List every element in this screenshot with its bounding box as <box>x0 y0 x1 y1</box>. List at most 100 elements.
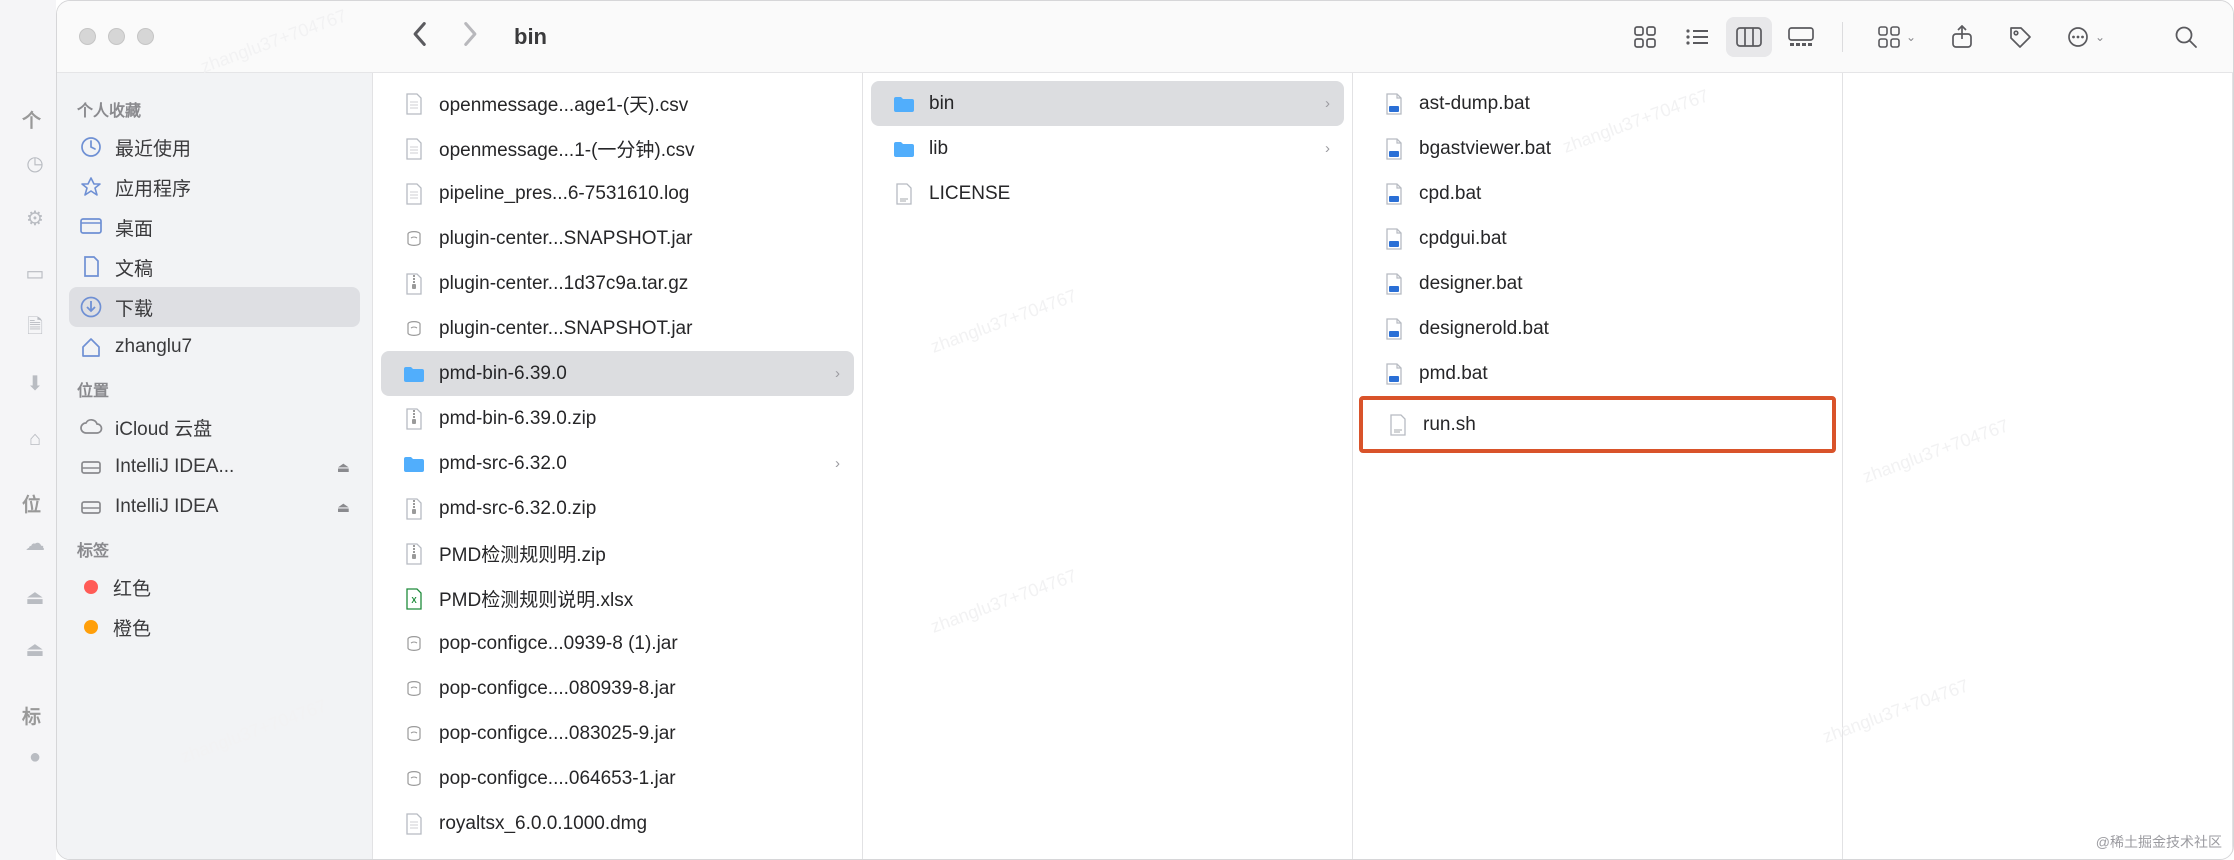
file-icon <box>1383 273 1405 295</box>
minimize-dot[interactable] <box>108 28 125 45</box>
sidebar-item-label: IntelliJ IDEA <box>115 496 218 518</box>
tag-dot-icon <box>84 580 98 594</box>
app-icon: ⚙ <box>22 205 48 231</box>
doc-icon: 🗎 <box>22 316 48 342</box>
action-menu-button[interactable]: ⌄ <box>2057 17 2113 57</box>
sidebar-section-title: 标签 <box>77 537 109 561</box>
disk-icon <box>79 458 103 476</box>
download-icon: ⬇ <box>22 370 48 396</box>
file-icon: X <box>403 588 425 610</box>
column-1[interactable]: openmessage...age1-(天).csv openmessage...… <box>373 73 863 859</box>
file-name: plugin-center...1d37c9a.tar.gz <box>439 273 840 295</box>
back-button[interactable] <box>410 21 428 53</box>
file-name: pmd-bin-6.39.0.zip <box>439 408 840 430</box>
list-view-button[interactable] <box>1674 17 1720 57</box>
column-2[interactable]: bin›lib›LICENSE <box>863 73 1353 859</box>
file-row[interactable]: bgastviewer.bat <box>1361 126 1834 171</box>
file-row[interactable]: plugin-center...SNAPSHOT.jar <box>381 216 854 261</box>
sidebar: 个人收藏最近使用应用程序桌面文稿下载zhanglu7位置iCloud 云盘Int… <box>57 73 373 859</box>
file-name: designerold.bat <box>1419 318 1820 340</box>
file-row[interactable]: LICENSE <box>871 171 1344 216</box>
file-icon <box>1383 228 1405 250</box>
tags-button[interactable] <box>1999 17 2041 57</box>
file-row[interactable]: PMD检测规则明.zip <box>381 531 854 576</box>
svg-text:X: X <box>411 596 417 605</box>
sidebar-item[interactable]: 最近使用 <box>69 127 360 167</box>
file-row[interactable]: designerold.bat <box>1361 306 1834 351</box>
sidebar-section-header: 位置 <box>77 377 352 401</box>
column-view-button[interactable] <box>1726 17 1772 57</box>
eject-icon[interactable]: ⏏ <box>337 499 350 516</box>
sidebar-item[interactable]: 文稿 <box>69 247 360 287</box>
toolbar-divider <box>1842 22 1843 52</box>
file-name: bin <box>929 93 1311 115</box>
file-name: pmd-src-6.32.0.zip <box>439 498 840 520</box>
file-row[interactable]: cpdgui.bat <box>1361 216 1834 261</box>
sidebar-item[interactable]: 应用程序 <box>69 167 360 207</box>
file-row[interactable]: plugin-center...1d37c9a.tar.gz <box>381 261 854 306</box>
file-name: bgastviewer.bat <box>1419 138 1820 160</box>
file-row[interactable]: openmessage...age1-(天).csv <box>381 81 854 126</box>
gallery-view-button[interactable] <box>1778 17 1824 57</box>
zoom-dot[interactable] <box>137 28 154 45</box>
tag-icon: ● <box>22 744 48 770</box>
file-name: pmd-src-6.32.0 <box>439 453 821 475</box>
file-row[interactable]: pop-configce....080939-8.jar <box>381 666 854 711</box>
sidebar-item[interactable]: 橙色 <box>69 607 360 647</box>
file-row[interactable]: pmd-src-6.32.0› <box>381 441 854 486</box>
sidebar-section-title: 个人收藏 <box>77 97 141 121</box>
file-icon <box>403 498 425 520</box>
file-row[interactable]: plugin-center...SNAPSHOT.jar <box>381 306 854 351</box>
finder-window: zhanglu37+704767 zhanglu37+704767 zhangl… <box>56 0 2234 860</box>
home-icon <box>79 336 103 358</box>
file-name: PMD检测规则明.zip <box>439 540 840 567</box>
file-row[interactable]: XPMD检测规则说明.xlsx <box>381 576 854 621</box>
app-icon <box>79 176 103 198</box>
file-row[interactable]: lib› <box>871 126 1344 171</box>
home-icon: ⌂ <box>22 426 48 452</box>
file-row[interactable]: openmessage...1-(一分钟).csv <box>381 126 854 171</box>
file-row[interactable]: pmd-bin-6.39.0.zip <box>381 396 854 441</box>
cloud-icon <box>79 418 103 436</box>
chevron-down-icon: ⌄ <box>1906 30 1916 44</box>
download-icon <box>79 296 103 318</box>
sidebar-section-header: 个人收藏 <box>77 97 352 121</box>
file-row[interactable]: pop-configce....064653-1.jar <box>381 756 854 801</box>
sidebar-item[interactable]: IntelliJ IDEA...⏏ <box>69 447 360 487</box>
traffic-lights <box>79 28 154 45</box>
sidebar-item[interactable]: 桌面 <box>69 207 360 247</box>
file-row[interactable]: pop-configce...0939-8 (1).jar <box>381 621 854 666</box>
file-row[interactable]: pmd.bat <box>1361 351 1834 396</box>
file-row[interactable]: bin› <box>871 81 1344 126</box>
column-3[interactable]: ast-dump.bat bgastviewer.bat cpd.batcpdgui… <box>1353 73 1843 859</box>
sidebar-item-label: 下载 <box>115 294 153 321</box>
file-row[interactable]: pop-configce....083025-9.jar <box>381 711 854 756</box>
sidebar-item[interactable]: 红色 <box>69 567 360 607</box>
doc-icon <box>79 256 103 278</box>
desktop-icon: ▭ <box>22 260 48 286</box>
file-row[interactable]: run.sh <box>1365 402 1830 447</box>
file-row[interactable]: royaltsx_6.0.0.1000.dmg <box>381 801 854 846</box>
file-row[interactable]: designer.bat <box>1361 261 1834 306</box>
eject-icon[interactable]: ⏏ <box>337 459 350 476</box>
icon-view-button[interactable] <box>1622 17 1668 57</box>
search-button[interactable] <box>2165 17 2207 57</box>
file-row[interactable]: pmd-src-6.32.0.zip <box>381 486 854 531</box>
sidebar-item-label: 橙色 <box>113 614 151 641</box>
file-row[interactable]: ast-dump.bat <box>1361 81 1834 126</box>
close-dot[interactable] <box>79 28 96 45</box>
forward-button[interactable] <box>462 21 480 53</box>
disk-icon <box>79 498 103 516</box>
sidebar-item[interactable]: 下载 <box>69 287 360 327</box>
file-row[interactable]: cpd.bat <box>1361 171 1834 216</box>
disk-icon: ⏏ <box>22 636 48 662</box>
sidebar-item[interactable]: IntelliJ IDEA ⏏ <box>69 487 360 527</box>
file-row[interactable]: pmd-bin-6.39.0› <box>381 351 854 396</box>
group-by-button[interactable]: ⌄ <box>1869 17 1925 57</box>
sidebar-item[interactable]: iCloud 云盘 <box>69 407 360 447</box>
file-name: openmessage...age1-(天).csv <box>439 90 840 117</box>
share-button[interactable] <box>1941 17 1983 57</box>
desktop-icon <box>79 218 103 236</box>
sidebar-item[interactable]: zhanglu7 <box>69 327 360 367</box>
file-row[interactable]: pipeline_pres...6-7531610.log <box>381 171 854 216</box>
